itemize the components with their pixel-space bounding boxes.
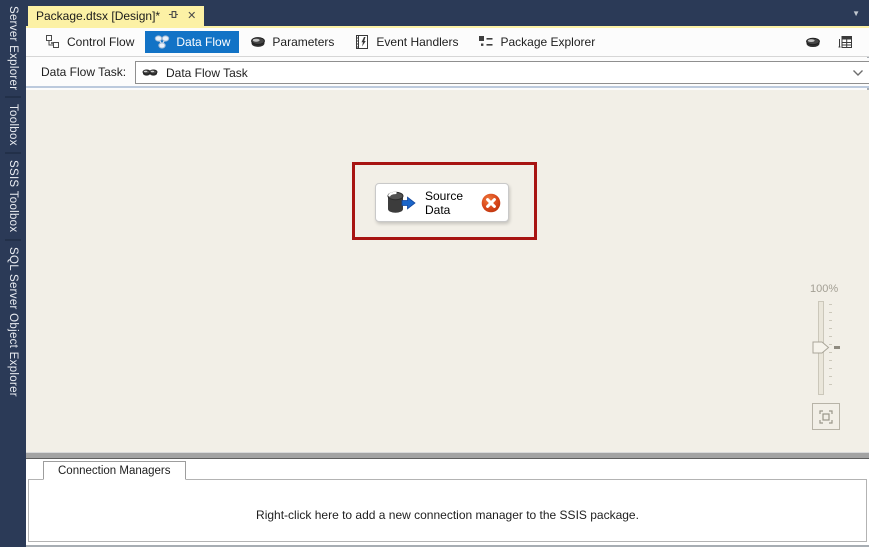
- connection-managers-tray[interactable]: Right-click here to add a new connection…: [28, 479, 867, 542]
- parameters-icon: [250, 34, 266, 50]
- event-handlers-icon: [354, 34, 370, 50]
- tab-event-handlers[interactable]: Event Handlers: [345, 31, 467, 53]
- document-tab-title: Package.dtsx [Design]*: [36, 9, 161, 23]
- tab-data-flow[interactable]: Data Flow: [145, 31, 240, 53]
- control-flow-icon: [45, 34, 61, 50]
- sidebar-item-server-explorer[interactable]: Server Explorer: [7, 6, 19, 90]
- document-tab-package[interactable]: Package.dtsx [Design]* ✕: [28, 6, 205, 26]
- tab-package-explorer[interactable]: Package Explorer: [469, 31, 604, 53]
- package-explorer-icon: [478, 34, 494, 50]
- component-label: Source Data: [425, 188, 464, 217]
- tab-label: Parameters: [272, 35, 335, 49]
- tab-label: Package Explorer: [500, 35, 596, 49]
- pin-icon[interactable]: [168, 9, 179, 23]
- tab-label: Data Flow: [176, 35, 231, 49]
- sidebar-divider: [5, 238, 21, 241]
- tab-label: Event Handlers: [376, 35, 459, 49]
- connection-managers-panel: Connection Managers Right-click here to …: [26, 459, 869, 545]
- connection-managers-hint: Right-click here to add a new connection…: [256, 508, 639, 522]
- sidebar-divider: [5, 152, 21, 155]
- data-flow-design-surface[interactable]: Source Data 100%: [26, 90, 869, 452]
- connections-splitter[interactable]: [26, 452, 869, 459]
- tab-control-flow[interactable]: Control Flow: [36, 31, 143, 53]
- tool-window-sidebar: Server Explorer Toolbox SSIS Toolbox SQL…: [0, 0, 26, 547]
- tab-label: Control Flow: [67, 35, 135, 49]
- source-data-component[interactable]: Source Data: [375, 183, 509, 222]
- sidebar-item-sql-server-object-explorer[interactable]: SQL Server Object Explorer: [7, 247, 19, 397]
- data-flow-task-icon: [142, 65, 158, 81]
- data-flow-task-combobox[interactable]: Data Flow Task: [135, 61, 869, 84]
- error-icon: [481, 193, 501, 213]
- designer-view-toolbar: Control Flow Data Flow Parameters Event …: [26, 28, 869, 57]
- tab-overflow-icon[interactable]: ▼: [852, 9, 860, 18]
- sidebar-divider: [5, 96, 21, 99]
- connection-managers-tab-label: Connection Managers: [58, 464, 171, 477]
- zoom-slider-handle[interactable]: [812, 341, 830, 354]
- connection-managers-tab[interactable]: Connection Managers: [43, 461, 186, 480]
- ssis-designer-window: Server Explorer Toolbox SSIS Toolbox SQL…: [0, 0, 869, 547]
- zoom-slider-current-mark: [834, 346, 840, 349]
- combobox-value: Data Flow Task: [166, 65, 248, 80]
- data-flow-icon: [154, 34, 170, 50]
- task-selector-row: Data Flow Task: Data Flow Task: [26, 58, 869, 88]
- toolbar-right-icons: [805, 34, 853, 50]
- fit-to-window-button[interactable]: [812, 403, 840, 430]
- chevron-down-icon[interactable]: [852, 66, 864, 80]
- sidebar-item-ssis-toolbox[interactable]: SSIS Toolbox: [7, 160, 19, 232]
- task-selector-label: Data Flow Task:: [41, 65, 127, 79]
- package-icon[interactable]: [805, 34, 821, 50]
- fit-to-window-icon: [818, 409, 834, 425]
- zoom-level-label: 100%: [810, 283, 839, 295]
- tab-parameters[interactable]: Parameters: [241, 31, 343, 53]
- close-icon[interactable]: ✕: [187, 10, 196, 22]
- variables-grid-icon[interactable]: [837, 34, 853, 50]
- document-tab-bar: Package.dtsx [Design]* ✕ ▼: [26, 0, 869, 26]
- sidebar-item-toolbox[interactable]: Toolbox: [7, 104, 19, 146]
- database-source-icon: [383, 189, 417, 217]
